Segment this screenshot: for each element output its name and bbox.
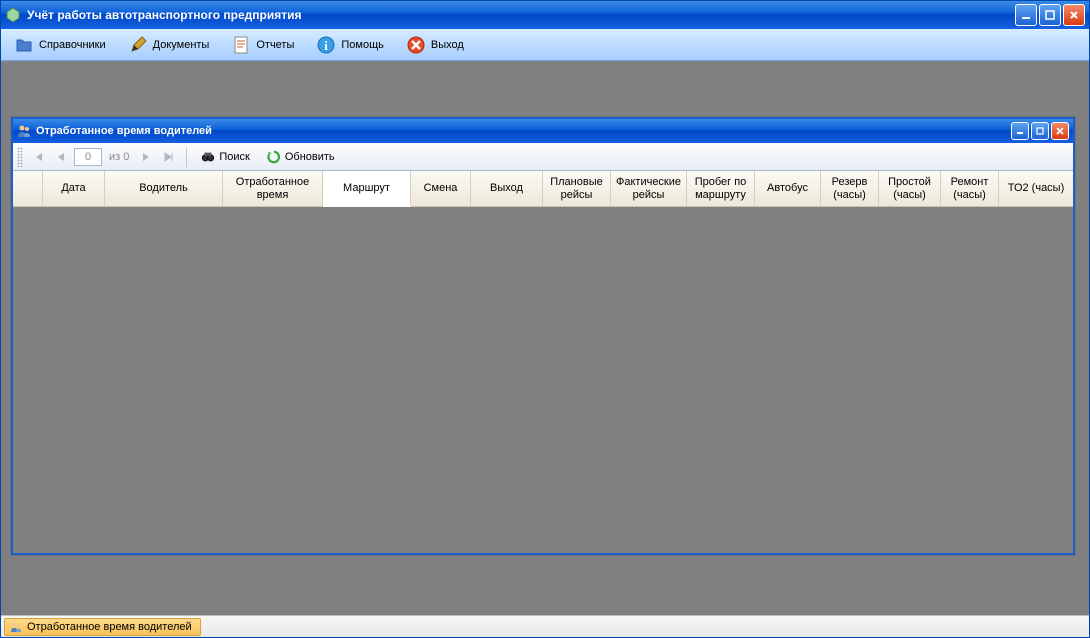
main-window: Учёт работы автотранспортного предприяти… bbox=[0, 0, 1090, 638]
column-to2-hours[interactable]: ТО2 (часы) bbox=[999, 171, 1073, 206]
nav-of-label: из 0 bbox=[105, 151, 133, 163]
documents-label: Документы bbox=[153, 39, 210, 51]
toolbar-grip[interactable] bbox=[17, 147, 23, 167]
mdi-client-area: Отработанное время водителей bbox=[1, 61, 1089, 615]
main-titlebar: Учёт работы автотранспортного предприяти… bbox=[1, 1, 1089, 29]
child-window: Отработанное время водителей bbox=[11, 117, 1075, 555]
exit-label: Выход bbox=[431, 39, 464, 51]
child-window-buttons bbox=[1011, 122, 1069, 140]
reports-label: Отчеты bbox=[256, 39, 294, 51]
pen-icon bbox=[128, 35, 148, 55]
column-shift[interactable]: Смена bbox=[411, 171, 471, 206]
column-bus[interactable]: Автобус bbox=[755, 171, 821, 206]
help-button[interactable]: i Помощь bbox=[307, 31, 393, 59]
column-idle-hours[interactable]: Простой (часы) bbox=[879, 171, 941, 206]
column-route[interactable]: Маршрут bbox=[323, 171, 411, 207]
exit-button[interactable]: Выход bbox=[397, 31, 473, 59]
main-window-buttons bbox=[1015, 4, 1085, 26]
column-reserve-hours[interactable]: Резерв (часы) bbox=[821, 171, 879, 206]
references-label: Справочники bbox=[39, 39, 106, 51]
column-actual-trips[interactable]: Фактические рейсы bbox=[611, 171, 687, 206]
reports-button[interactable]: Отчеты bbox=[222, 31, 303, 59]
column-exit[interactable]: Выход bbox=[471, 171, 543, 206]
main-toolbar: Справочники Документы Отчеты i Помощь Вы… bbox=[1, 29, 1089, 61]
minimize-button[interactable] bbox=[1015, 4, 1037, 26]
close-button[interactable] bbox=[1063, 4, 1085, 26]
column-date[interactable]: Дата bbox=[43, 171, 105, 206]
nav-last-button[interactable] bbox=[159, 147, 179, 167]
help-label: Помощь bbox=[341, 39, 384, 51]
column-repair-hours[interactable]: Ремонт (часы) bbox=[941, 171, 999, 206]
mdi-taskbar: Отработанное время водителей bbox=[1, 615, 1089, 637]
column-route-mileage[interactable]: Пробег по маршруту bbox=[687, 171, 755, 206]
navigator-toolbar: из 0 Поиск Обнов bbox=[13, 143, 1073, 171]
folder-icon bbox=[14, 35, 34, 55]
app-icon bbox=[5, 7, 21, 23]
search-button[interactable]: Поиск bbox=[194, 147, 256, 167]
drivers-icon bbox=[17, 124, 31, 138]
maximize-button[interactable] bbox=[1039, 4, 1061, 26]
taskbar-item-drivers-time[interactable]: Отработанное время водителей bbox=[4, 618, 201, 636]
grid-header: Дата Водитель Отработанное время Маршрут… bbox=[13, 171, 1073, 207]
info-icon: i bbox=[316, 35, 336, 55]
drivers-icon bbox=[9, 620, 23, 634]
binoculars-icon bbox=[201, 150, 215, 164]
search-label: Поиск bbox=[219, 151, 249, 163]
main-window-title: Учёт работы автотранспортного предприяти… bbox=[27, 8, 1015, 22]
row-header-column[interactable] bbox=[13, 171, 43, 206]
documents-button[interactable]: Документы bbox=[119, 31, 219, 59]
refresh-label: Обновить bbox=[285, 151, 335, 163]
exit-icon bbox=[406, 35, 426, 55]
svg-text:i: i bbox=[325, 38, 329, 53]
taskbar-item-label: Отработанное время водителей bbox=[27, 621, 192, 633]
nav-position-input[interactable] bbox=[74, 148, 102, 166]
column-planned-trips[interactable]: Плановые рейсы bbox=[543, 171, 611, 206]
nav-prev-button[interactable] bbox=[51, 147, 71, 167]
refresh-button[interactable]: Обновить bbox=[260, 147, 342, 167]
document-icon bbox=[231, 35, 251, 55]
child-window-title: Отработанное время водителей bbox=[36, 125, 1011, 137]
references-button[interactable]: Справочники bbox=[5, 31, 115, 59]
refresh-icon bbox=[267, 150, 281, 164]
child-minimize-button[interactable] bbox=[1011, 122, 1029, 140]
grid-body[interactable] bbox=[13, 207, 1073, 553]
column-driver[interactable]: Водитель bbox=[105, 171, 223, 206]
column-worked-time[interactable]: Отработанное время bbox=[223, 171, 323, 206]
child-close-button[interactable] bbox=[1051, 122, 1069, 140]
nav-next-button[interactable] bbox=[136, 147, 156, 167]
child-titlebar: Отработанное время водителей bbox=[13, 119, 1073, 143]
nav-first-button[interactable] bbox=[28, 147, 48, 167]
toolbar-separator bbox=[186, 147, 187, 167]
child-maximize-button[interactable] bbox=[1031, 122, 1049, 140]
